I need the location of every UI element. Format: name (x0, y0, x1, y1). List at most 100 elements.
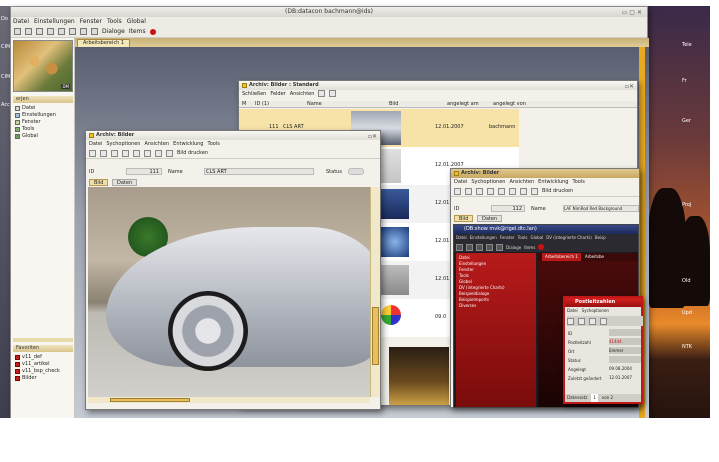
menu-tools[interactable]: Tools (572, 178, 584, 186)
vertical-scrollbar[interactable] (370, 187, 380, 397)
desktop-label[interactable]: Proj (682, 202, 691, 208)
menu-global[interactable]: Global (127, 17, 146, 26)
scrollbar-thumb[interactable] (110, 398, 190, 402)
menu-global[interactable]: Global (531, 234, 544, 242)
paste-icon[interactable] (509, 187, 516, 195)
stop-icon[interactable] (538, 244, 545, 250)
desktop-label[interactable]: Do (1, 16, 8, 22)
tab-daten[interactable]: Daten (112, 179, 138, 186)
favorites-header[interactable]: Favoriten (13, 345, 73, 352)
copy-icon[interactable] (498, 187, 505, 195)
column-header[interactable]: M (242, 101, 246, 108)
trash-icon[interactable] (155, 149, 162, 157)
chevron-right-icon[interactable] (111, 149, 118, 157)
chevron-left-icon[interactable] (100, 149, 107, 157)
menu-ansichten[interactable]: Ansichten (290, 90, 315, 98)
window-title[interactable]: Archiv: Bilder : Standard ▫✕ (239, 81, 637, 90)
menu-dv-charts[interactable]: DV (integrierte Charts) (546, 234, 592, 242)
trash-icon[interactable] (520, 187, 527, 195)
grid-icon[interactable] (80, 28, 87, 35)
horizontal-scrollbar[interactable] (88, 397, 370, 403)
tree-item[interactable]: Diverses (459, 303, 505, 309)
menu-fenster[interactable]: Fenster (80, 17, 102, 26)
edit-icon[interactable] (600, 317, 607, 325)
menu-einstellungen[interactable]: Einstellungen (470, 234, 497, 242)
menu-datei[interactable]: Datei (89, 140, 102, 148)
gear-icon[interactable] (47, 28, 54, 35)
users-icon[interactable] (69, 28, 76, 35)
column-header[interactable]: Bild (389, 101, 398, 108)
print-button[interactable]: Bild drucken (542, 188, 573, 194)
items-button[interactable]: Items (129, 28, 146, 35)
ort-field[interactable]: Emmer (609, 347, 641, 354)
id-field[interactable]: 111 (126, 168, 162, 175)
dialoge-button[interactable]: Dialoge (506, 245, 521, 250)
menu-datei[interactable]: Datei (456, 234, 467, 242)
menu-entwicklung[interactable]: Entwicklung (538, 178, 568, 186)
desktop-label[interactable]: CIM (1, 44, 10, 50)
id-field[interactable]: 112 (491, 205, 525, 212)
refresh-icon[interactable] (456, 243, 463, 251)
chevron-right-icon[interactable] (476, 187, 483, 195)
edit-icon[interactable] (122, 149, 129, 157)
status-toggle[interactable] (348, 168, 364, 175)
copy-icon[interactable] (476, 243, 483, 251)
search-icon[interactable] (567, 317, 574, 325)
menu-datei[interactable]: Datei (567, 308, 578, 313)
sql-icon[interactable] (58, 28, 65, 35)
favorite-item[interactable]: v11_bsp_check (15, 368, 60, 374)
print-icon[interactable] (531, 187, 538, 195)
refresh-icon[interactable] (14, 28, 21, 35)
search-icon[interactable] (89, 149, 96, 157)
settings-icon[interactable] (466, 243, 473, 251)
sidebar-item-global[interactable]: Global (15, 133, 38, 139)
menu-sychoptionen[interactable]: Sychoptionen (106, 140, 140, 148)
tab-bild[interactable]: Bild (454, 215, 474, 222)
favorite-item[interactable]: v11_def (15, 354, 42, 360)
window-title[interactable]: Archiv: Bilder ▫✕ (86, 131, 380, 140)
copy-icon[interactable] (133, 149, 140, 157)
name-field[interactable]: LAF NimRod Red Background (563, 205, 639, 212)
favorite-item[interactable]: Bilder (15, 375, 37, 381)
menu-einstellungen[interactable]: Einstellungen (34, 17, 75, 26)
desktop-label[interactable]: NTK (682, 344, 692, 350)
tab-arbeitsbereich-1[interactable]: Arbeitsbereich 1 (542, 253, 581, 261)
menu-tools[interactable]: Tools (207, 140, 219, 148)
main-title-bar[interactable]: (DB:datacon bachmann@ids) ▭▢✕ (11, 7, 647, 17)
menu-sychoptionen[interactable]: Sychoptionen (471, 178, 505, 186)
desktop-label[interactable]: Ger (682, 118, 691, 124)
menu-tools[interactable]: Tools (107, 17, 122, 26)
items-button[interactable]: Items (524, 245, 535, 250)
stop-icon[interactable] (149, 28, 156, 35)
menu-datei[interactable]: Datei (13, 17, 29, 26)
tab-arbeitsbereich[interactable]: Arbeitsbe (585, 253, 604, 261)
column-header[interactable]: angelegt von (493, 101, 526, 108)
desktop-label[interactable]: Fr (682, 78, 687, 84)
window-icon[interactable] (91, 28, 98, 35)
menu-tools[interactable]: Tools (518, 234, 528, 242)
sidebar-item-einstellungen[interactable]: Einstellungen (15, 112, 56, 118)
column-header[interactable]: angelegt am (447, 101, 479, 108)
menu-ansichten[interactable]: Ansichten (144, 140, 169, 148)
tab-bild[interactable]: Bild (89, 179, 109, 186)
status-field[interactable] (609, 356, 641, 363)
sidebar-section-header[interactable]: erjen (13, 96, 73, 103)
paste-icon[interactable] (144, 149, 151, 157)
menu-schliessen[interactable]: Schließen (242, 90, 266, 98)
scrollbar-thumb[interactable] (372, 307, 379, 365)
menu-beisp[interactable]: Beisp (595, 234, 606, 242)
desktop-label[interactable]: Upd (682, 310, 692, 316)
window-title[interactable]: Archiv: Bilder (451, 169, 639, 178)
sidebar-splitter[interactable] (13, 338, 73, 342)
menu-datei[interactable]: Datei (454, 178, 467, 186)
column-header[interactable]: Name (307, 101, 322, 108)
menu-felder[interactable]: Felder (270, 90, 285, 98)
chevron-left-icon[interactable] (465, 187, 472, 195)
edit-icon[interactable] (487, 187, 494, 195)
window-title[interactable]: Postleitzahlen (565, 298, 641, 307)
sidebar-item-tools[interactable]: Tools (15, 126, 34, 132)
id-field[interactable] (609, 329, 641, 336)
grid-icon[interactable] (496, 243, 503, 251)
postleitzahl-field[interactable]: 41444 (609, 338, 641, 345)
menu-entwicklung[interactable]: Entwicklung (173, 140, 203, 148)
